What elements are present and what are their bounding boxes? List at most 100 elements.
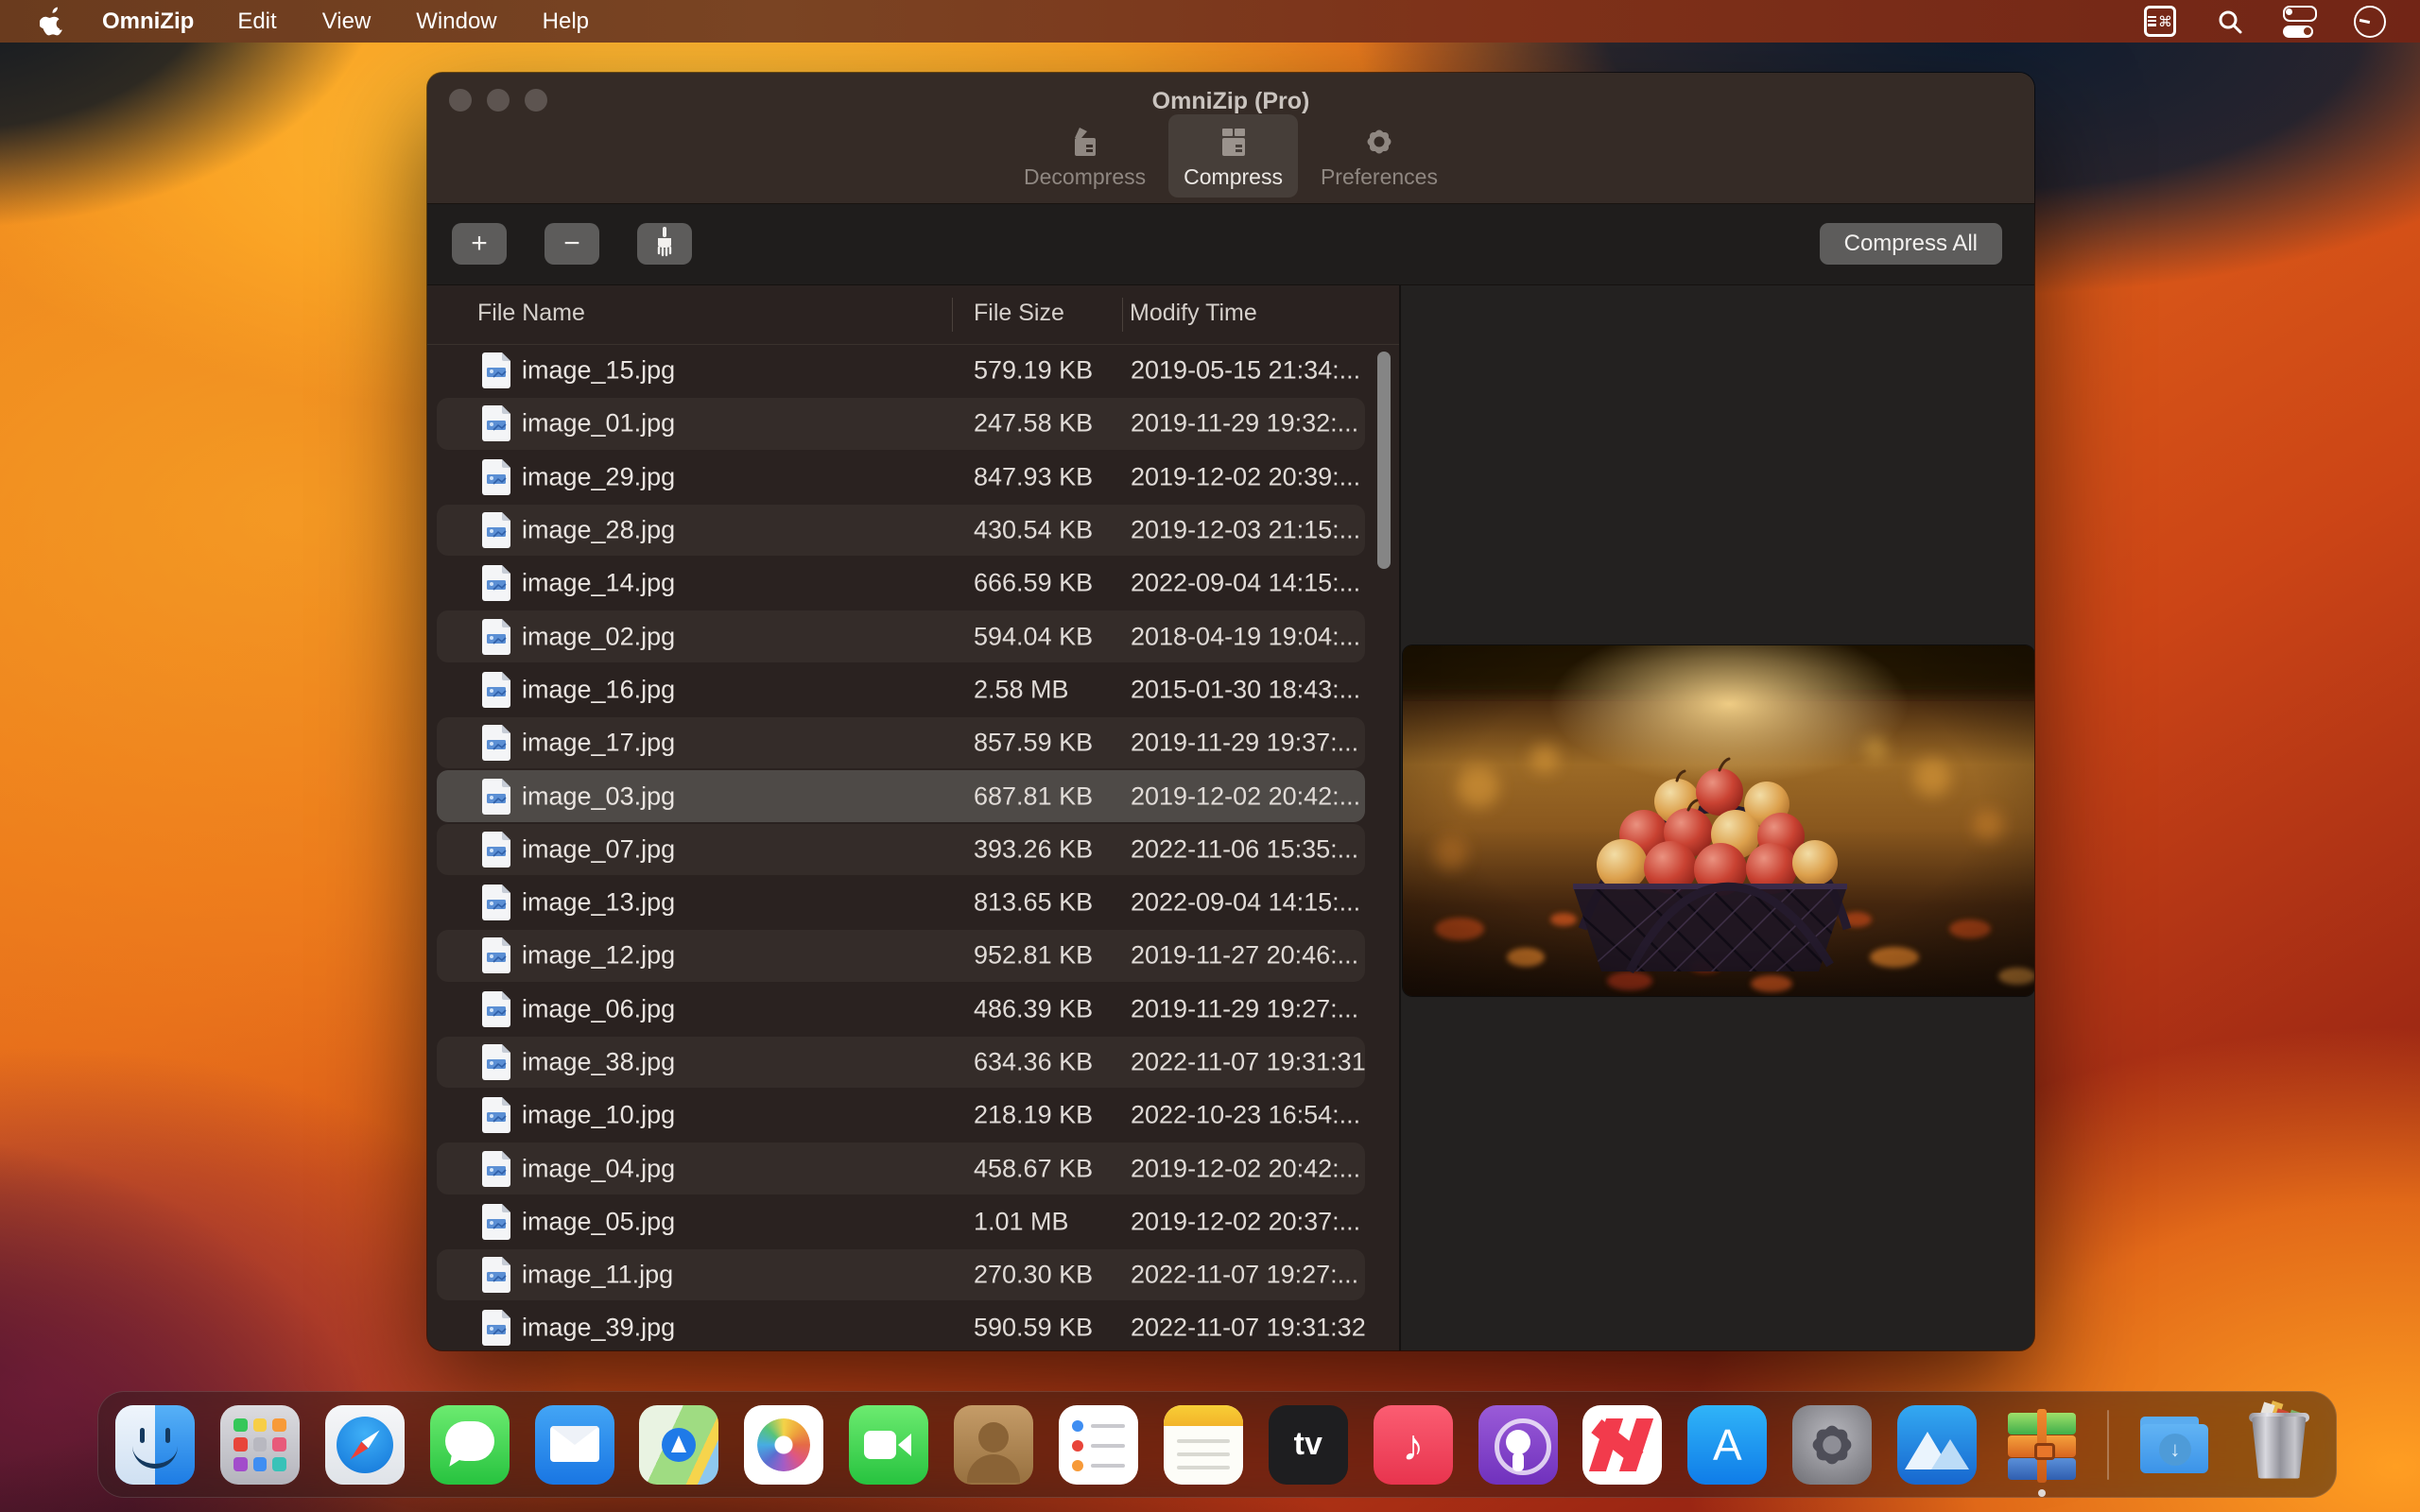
table-row[interactable]: image_16.jpg 2.58 MB 2015-01-30 18:43:..… (427, 663, 1399, 716)
menu-item-edit[interactable]: Edit (215, 9, 299, 35)
dock-messages-icon[interactable] (430, 1405, 510, 1485)
file-name-cell: image_17.jpg (522, 729, 675, 758)
dock-safari-icon[interactable] (325, 1405, 405, 1485)
dock-reminders-icon[interactable] (1059, 1405, 1138, 1485)
table-row[interactable]: image_12.jpg 952.81 KB 2019-11-27 20:46:… (427, 929, 1399, 982)
dock-podcasts-icon[interactable] (1478, 1405, 1558, 1485)
file-size-cell: 393.26 KB (974, 834, 1093, 864)
file-size-cell: 857.59 KB (974, 729, 1093, 758)
column-header-file-size[interactable]: File Size (974, 300, 1064, 327)
clock-icon[interactable] (2354, 8, 2386, 36)
jpg-file-icon (482, 779, 510, 815)
tab-preferences[interactable]: Preferences (1305, 114, 1453, 198)
table-row[interactable]: image_14.jpg 666.59 KB 2022-09-04 14:15:… (427, 557, 1399, 610)
jpg-file-icon (482, 512, 510, 548)
modify-time-cell: 2018-04-19 19:04:... (1131, 622, 1360, 651)
apple-menu-icon[interactable] (30, 7, 74, 36)
modify-time-cell: 2022-09-04 14:15:... (1131, 569, 1360, 598)
file-size-cell: 1.01 MB (974, 1207, 1069, 1236)
dock-launchpad-icon[interactable] (220, 1405, 300, 1485)
search-icon[interactable] (2214, 8, 2246, 36)
modify-time-cell: 2019-11-27 20:46:... (1131, 941, 1358, 971)
modify-time-cell: 2019-12-02 20:42:... (1131, 1154, 1360, 1183)
file-name-cell: image_28.jpg (522, 516, 675, 545)
table-row[interactable]: image_29.jpg 847.93 KB 2019-12-02 20:39:… (427, 451, 1399, 504)
dock-appletv-icon[interactable]: tv (1269, 1405, 1348, 1485)
desktop: { "menu_bar": { "app_name": "OmniZip", "… (0, 0, 2420, 1512)
table-row[interactable]: image_05.jpg 1.01 MB 2019-12-02 20:37:..… (427, 1195, 1399, 1248)
file-name-cell: image_06.jpg (522, 994, 675, 1023)
table-row[interactable]: image_38.jpg 634.36 KB 2022-11-07 19:31:… (427, 1036, 1399, 1089)
window-title: OmniZip (Pro) (427, 88, 2034, 115)
table-row[interactable]: image_13.jpg 813.65 KB 2022-09-04 14:15:… (427, 876, 1399, 929)
dock-facetime-icon[interactable] (849, 1405, 928, 1485)
table-row[interactable]: image_03.jpg 687.81 KB 2019-12-02 20:42:… (427, 769, 1399, 822)
file-size-cell: 458.67 KB (974, 1154, 1093, 1183)
table-row[interactable]: image_10.jpg 218.19 KB 2022-10-23 16:54:… (427, 1089, 1399, 1142)
modify-time-cell: 2022-09-04 14:15:... (1131, 888, 1360, 918)
command-palette-icon[interactable]: ⌘ (2144, 8, 2176, 36)
remove-file-button[interactable]: − (544, 223, 599, 265)
menu-app-name[interactable]: OmniZip (81, 9, 215, 35)
table-row[interactable]: image_02.jpg 594.04 KB 2018-04-19 19:04:… (427, 610, 1399, 662)
table-row[interactable]: image_39.jpg 590.59 KB 2022-11-07 19:31:… (427, 1301, 1399, 1350)
decompress-box-icon (1067, 124, 1103, 160)
control-center-icon[interactable] (2284, 8, 2316, 36)
file-name-cell: image_16.jpg (522, 675, 675, 704)
column-header-file-name[interactable]: File Name (477, 300, 585, 327)
tab-decompress-label: Decompress (1024, 164, 1146, 190)
dock-news-icon[interactable] (1582, 1405, 1662, 1485)
dock-contacts-icon[interactable] (954, 1405, 1033, 1485)
column-header-modify-time[interactable]: Modify Time (1130, 300, 1257, 327)
compress-all-button[interactable]: Compress All (1820, 223, 2002, 265)
compress-box-icon (1216, 124, 1252, 160)
dock-music-icon[interactable]: ♪ (1374, 1405, 1453, 1485)
file-name-cell: image_04.jpg (522, 1154, 675, 1183)
dock-settings-icon[interactable] (1792, 1405, 1872, 1485)
table-row[interactable]: image_11.jpg 270.30 KB 2022-11-07 19:27:… (427, 1248, 1399, 1301)
modify-time-cell: 2015-01-30 18:43:... (1131, 675, 1360, 704)
table-row[interactable]: image_15.jpg 579.19 KB 2019-05-15 21:34:… (427, 344, 1399, 397)
jpg-file-icon (482, 1151, 510, 1187)
modify-time-cell: 2019-12-02 20:39:... (1131, 462, 1360, 491)
file-size-cell: 666.59 KB (974, 569, 1093, 598)
jpg-file-icon (482, 1044, 510, 1080)
dock-mail-icon[interactable] (535, 1405, 614, 1485)
clear-list-button[interactable] (637, 223, 692, 265)
jpg-file-icon (482, 991, 510, 1027)
modify-time-cell: 2019-11-29 19:37:... (1131, 729, 1358, 758)
add-file-button[interactable]: + (452, 223, 507, 265)
modify-time-cell: 2019-12-02 20:42:... (1131, 782, 1360, 811)
file-size-cell: 430.54 KB (974, 516, 1093, 545)
menu-bar: OmniZip Edit View Window Help ⌘ (0, 0, 2420, 43)
tab-compress-label: Compress (1184, 164, 1283, 190)
dock-notes-icon[interactable] (1164, 1405, 1243, 1485)
file-name-cell: image_15.jpg (522, 356, 675, 386)
menu-item-window[interactable]: Window (393, 9, 519, 35)
jpg-file-icon (482, 937, 510, 973)
table-row[interactable]: image_01.jpg 247.58 KB 2019-11-29 19:32:… (427, 397, 1399, 450)
jpg-file-icon (482, 725, 510, 761)
dock-photos-icon[interactable] (744, 1405, 823, 1485)
table-row[interactable]: image_04.jpg 458.67 KB 2019-12-02 20:42:… (427, 1142, 1399, 1194)
dock-downloads-icon[interactable]: ↓ (2135, 1405, 2214, 1485)
table-row[interactable]: image_28.jpg 430.54 KB 2019-12-03 21:15:… (427, 504, 1399, 557)
tab-decompress[interactable]: Decompress (1009, 114, 1161, 198)
dock-trash-icon[interactable] (2239, 1405, 2319, 1485)
dock-mountain-app-icon[interactable] (1897, 1405, 1977, 1485)
file-name-cell: image_39.jpg (522, 1314, 675, 1343)
table-row[interactable]: image_07.jpg 393.26 KB 2022-11-06 15:35:… (427, 823, 1399, 876)
table-row[interactable]: image_06.jpg 486.39 KB 2019-11-29 19:27:… (427, 983, 1399, 1036)
dock-divider (2107, 1410, 2109, 1480)
menu-item-help[interactable]: Help (520, 9, 612, 35)
tab-compress[interactable]: Compress (1168, 114, 1298, 198)
dock-appstore-icon[interactable]: A (1687, 1405, 1767, 1485)
dock-finder-icon[interactable] (115, 1405, 195, 1485)
file-size-cell: 813.65 KB (974, 888, 1093, 918)
table-row[interactable]: image_17.jpg 857.59 KB 2019-11-29 19:37:… (427, 716, 1399, 769)
dock-omnizip-icon[interactable] (2002, 1405, 2082, 1485)
menu-item-view[interactable]: View (300, 9, 394, 35)
column-separator (952, 298, 953, 332)
scrollbar-thumb[interactable] (1377, 352, 1391, 569)
dock-maps-icon[interactable] (639, 1405, 718, 1485)
